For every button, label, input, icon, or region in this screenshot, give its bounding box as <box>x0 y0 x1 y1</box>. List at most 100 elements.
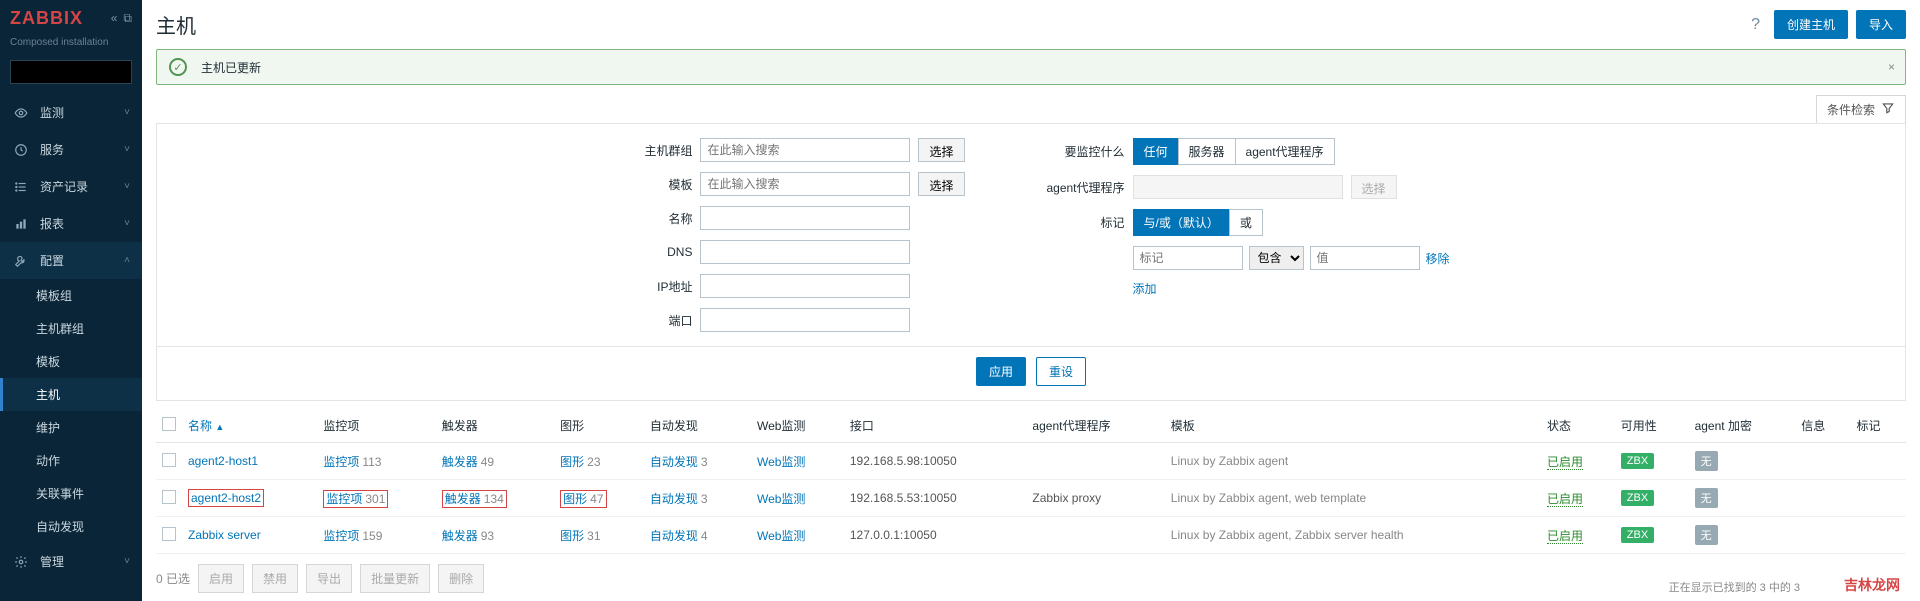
triggers-link[interactable]: 触发器 <box>445 492 481 506</box>
status-link[interactable]: 已启用 <box>1547 529 1583 544</box>
template-cell[interactable]: Linux by Zabbix agent, web template <box>1171 491 1366 505</box>
seg-proxy[interactable]: agent代理程序 <box>1235 138 1335 165</box>
nav-label: 管理 <box>40 553 64 570</box>
col-triggers[interactable]: 触发器 <box>436 409 554 443</box>
subnav-item[interactable]: 关联事件 <box>0 477 142 510</box>
status-link[interactable]: 已启用 <box>1547 492 1583 507</box>
tag-add-link[interactable]: 添加 <box>1133 280 1157 297</box>
display-count: 正在显示已找到的 3 中的 3 <box>1669 579 1800 595</box>
col-status[interactable]: 状态 <box>1541 409 1615 443</box>
template-cell[interactable]: Linux by Zabbix agent, Zabbix server hea… <box>1171 528 1404 542</box>
col-web[interactable]: Web监测 <box>751 409 844 443</box>
name-input[interactable] <box>700 206 910 230</box>
hostgroup-select-button[interactable]: 选择 <box>918 138 964 162</box>
items-link[interactable]: 监控项 <box>323 529 359 543</box>
subnav-item[interactable]: 主机群组 <box>0 312 142 345</box>
nav-clock[interactable]: 服务˅ <box>0 131 142 168</box>
host-link[interactable]: Zabbix server <box>188 528 261 542</box>
seg-server[interactable]: 服务器 <box>1178 138 1236 165</box>
label-dns: DNS <box>612 245 692 259</box>
nav-wrench[interactable]: 配置˄ <box>0 242 142 279</box>
close-icon[interactable]: × <box>1888 60 1895 74</box>
zbx-badge[interactable]: ZBX <box>1621 490 1654 506</box>
logo[interactable]: ZABBIX <box>10 8 83 29</box>
tag-value-input[interactable] <box>1310 246 1420 270</box>
dns-input[interactable] <box>700 240 910 264</box>
nav-gear[interactable]: 管理˅ <box>0 543 142 580</box>
subnav-item[interactable]: 模板组 <box>0 279 142 312</box>
bulk-update[interactable]: 批量更新 <box>360 564 430 593</box>
triggers-link[interactable]: 触发器 <box>442 455 478 469</box>
col-template: 模板 <box>1165 409 1541 443</box>
web-link[interactable]: Web监测 <box>757 492 805 506</box>
collapse-icon[interactable]: « <box>111 11 118 26</box>
tag-remove-link[interactable]: 移除 <box>1426 250 1450 267</box>
zbx-badge[interactable]: ZBX <box>1621 453 1654 469</box>
row-checkbox[interactable] <box>162 490 176 504</box>
template-select-button[interactable]: 选择 <box>918 172 964 196</box>
nav-chart[interactable]: 报表˅ <box>0 205 142 242</box>
row-checkbox[interactable] <box>162 527 176 541</box>
subnav-item[interactable]: 模板 <box>0 345 142 378</box>
discovery-link[interactable]: 自动发现 <box>650 492 698 506</box>
bulk-export[interactable]: 导出 <box>306 564 352 593</box>
subnav-item[interactable]: 动作 <box>0 444 142 477</box>
row-checkbox[interactable] <box>162 453 176 467</box>
status-link[interactable]: 已启用 <box>1547 455 1583 470</box>
select-all-checkbox[interactable] <box>162 417 176 431</box>
bulk-enable[interactable]: 启用 <box>198 564 244 593</box>
port-input[interactable] <box>700 308 910 332</box>
monitor-segment[interactable]: 任何 服务器 agent代理程序 <box>1133 138 1335 165</box>
apply-button[interactable]: 应用 <box>976 357 1026 386</box>
subnav-item[interactable]: 主机 <box>0 378 142 411</box>
seg-any[interactable]: 任何 <box>1133 138 1179 165</box>
host-link[interactable]: agent2-host2 <box>191 491 261 505</box>
hostgroup-input[interactable] <box>700 138 910 162</box>
create-host-button[interactable]: 创建主机 <box>1774 10 1848 39</box>
filter-toggle[interactable]: 条件检索 <box>1816 95 1906 123</box>
import-button[interactable]: 导入 <box>1856 10 1906 39</box>
watermark: 吉林龙网 <box>1844 575 1900 595</box>
bulk-disable[interactable]: 禁用 <box>252 564 298 593</box>
items-link[interactable]: 监控项 <box>323 455 359 469</box>
tag-segment[interactable]: 与/或（默认） 或 <box>1133 209 1263 236</box>
filter-tab-label: 条件检索 <box>1827 101 1875 118</box>
label-port: 端口 <box>612 312 692 329</box>
encrypt-badge: 无 <box>1695 451 1718 471</box>
template-input[interactable] <box>700 172 910 196</box>
tag-op-select[interactable]: 包含 <box>1249 246 1304 270</box>
nav-eye[interactable]: 监测˅ <box>0 94 142 131</box>
bulk-delete[interactable]: 删除 <box>438 564 484 593</box>
graphs-link[interactable]: 图形 <box>563 492 587 506</box>
tag-name-input[interactable] <box>1133 246 1243 270</box>
web-link[interactable]: Web监测 <box>757 455 805 469</box>
host-link[interactable]: agent2-host1 <box>188 454 258 468</box>
reset-button[interactable]: 重设 <box>1036 357 1086 386</box>
triggers-link[interactable]: 触发器 <box>442 529 478 543</box>
help-icon[interactable]: ? <box>1751 16 1760 34</box>
subnav-item[interactable]: 维护 <box>0 411 142 444</box>
sidebar-search[interactable] <box>10 60 132 84</box>
popout-icon[interactable]: ⧉ <box>123 11 132 26</box>
col-avail: 可用性 <box>1615 409 1689 443</box>
triggers-count: 93 <box>481 529 494 543</box>
ip-input[interactable] <box>700 274 910 298</box>
items-link[interactable]: 监控项 <box>326 492 362 506</box>
subnav-item[interactable]: 自动发现 <box>0 510 142 543</box>
label-ip: IP地址 <box>612 278 692 295</box>
col-graphs[interactable]: 图形 <box>554 409 644 443</box>
seg-or[interactable]: 或 <box>1229 209 1263 236</box>
template-cell[interactable]: Linux by Zabbix agent <box>1171 454 1288 468</box>
graphs-link[interactable]: 图形 <box>560 529 584 543</box>
zbx-badge[interactable]: ZBX <box>1621 527 1654 543</box>
selected-count: 0 已选 <box>156 570 190 587</box>
nav-list[interactable]: 资产记录˅ <box>0 168 142 205</box>
discovery-link[interactable]: 自动发现 <box>650 529 698 543</box>
col-items[interactable]: 监控项 <box>317 409 435 443</box>
col-name[interactable]: 名称 ▲ <box>182 409 317 443</box>
web-link[interactable]: Web监测 <box>757 529 805 543</box>
discovery-link[interactable]: 自动发现 <box>650 455 698 469</box>
graphs-link[interactable]: 图形 <box>560 455 584 469</box>
col-discovery[interactable]: 自动发现 <box>644 409 751 443</box>
seg-andor[interactable]: 与/或（默认） <box>1133 209 1230 236</box>
